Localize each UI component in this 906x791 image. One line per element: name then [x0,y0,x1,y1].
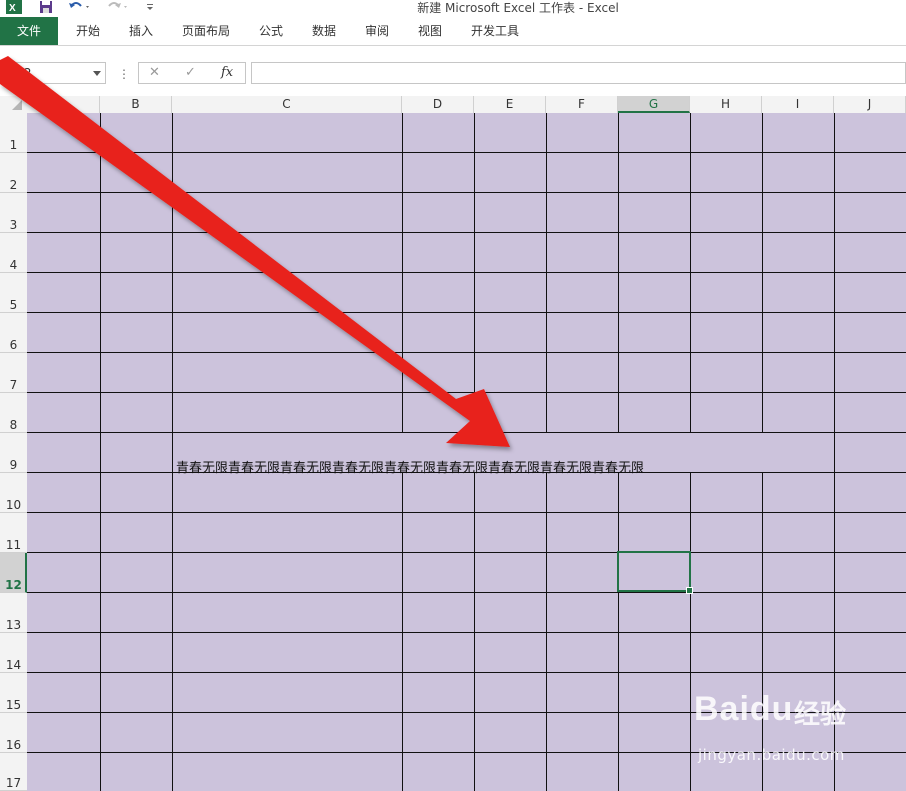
active-cell-g12[interactable] [617,551,693,594]
tab-data[interactable]: 数据 [303,17,345,45]
formula-bar: G12 ⋮ ✕ ✓ fx [0,59,906,87]
watermark-product: 经验 [794,700,847,730]
row-header-1[interactable]: 1 [0,113,27,153]
column-header-g[interactable]: G [618,96,690,113]
cancel-icon[interactable]: ✕ [149,65,160,80]
ribbon-tabs: 文件 开始 插入 页面布局 公式 数据 审阅 视图 开发工具 [0,17,906,46]
row-header-3[interactable]: 3 [0,193,27,233]
tab-page-layout[interactable]: 页面布局 [174,17,238,45]
row-header-13[interactable]: 13 [0,593,27,633]
tab-insert[interactable]: 插入 [120,17,162,45]
chevron-down-icon[interactable] [93,71,101,76]
window-title: 新建 Microsoft Excel 工作表 - Excel [417,1,619,15]
enter-icon[interactable]: ✓ [185,65,196,80]
tab-developer[interactable]: 开发工具 [462,17,528,45]
column-header-h[interactable]: H [690,96,762,113]
title-bar: X 新建 Microsoft Excel 工作表 - Excel [0,0,906,17]
column-header-i[interactable]: I [762,96,834,113]
column-header-c[interactable]: C [172,96,402,113]
baidu-watermark: Baidu 经验 jingyan.baidu.com [694,690,864,780]
row-header-15[interactable]: 15 [0,673,27,713]
row-header-14[interactable]: 14 [0,633,27,673]
column-header-f[interactable]: F [546,96,618,113]
row-header-9[interactable]: 9 [0,433,27,473]
watermark-brand: Baidu [694,690,794,728]
row-header-10[interactable]: 10 [0,473,27,513]
insert-function-icon[interactable]: fx [221,65,233,80]
tab-home[interactable]: 开始 [66,17,110,45]
column-header-j[interactable]: J [834,96,906,113]
row-header-7[interactable]: 7 [0,353,27,393]
tab-review[interactable]: 审阅 [356,17,398,45]
row-header-6[interactable]: 6 [0,313,27,353]
row-header-4[interactable]: 4 [0,233,27,273]
tab-view[interactable]: 视图 [409,17,451,45]
column-header-a[interactable]: A [27,96,100,113]
tab-formulas[interactable]: 公式 [250,17,292,45]
row-header-16[interactable]: 16 [0,713,27,753]
name-box-value: G12 [7,66,32,80]
more-icon[interactable]: ⋮ [118,67,130,81]
watermark-url: jingyan.baidu.com [698,746,845,764]
row-header-11[interactable]: 11 [0,513,27,553]
row-header-8[interactable]: 8 [0,393,27,433]
fill-handle[interactable] [686,587,693,594]
row-header-2[interactable]: 2 [0,153,27,193]
formula-input[interactable] [251,62,906,84]
column-header-d[interactable]: D [402,96,474,113]
column-header-e[interactable]: E [474,96,546,113]
formula-buttons: ✕ ✓ fx [138,62,246,84]
cell-c9-text[interactable]: 青春无限青春无限青春无限青春无限青春无限青春无限青春无限青春无限青春无限 [176,457,644,476]
row-header-12[interactable]: 12 [0,553,27,593]
tab-file[interactable]: 文件 [0,17,58,45]
row-header-17[interactable]: 17 [0,753,27,791]
column-header-b[interactable]: B [100,96,172,113]
select-all-corner[interactable] [0,96,27,113]
row-header-5[interactable]: 5 [0,273,27,313]
column-headers: A B C D E F G H I J [0,96,906,114]
name-box[interactable]: G12 [2,62,106,84]
